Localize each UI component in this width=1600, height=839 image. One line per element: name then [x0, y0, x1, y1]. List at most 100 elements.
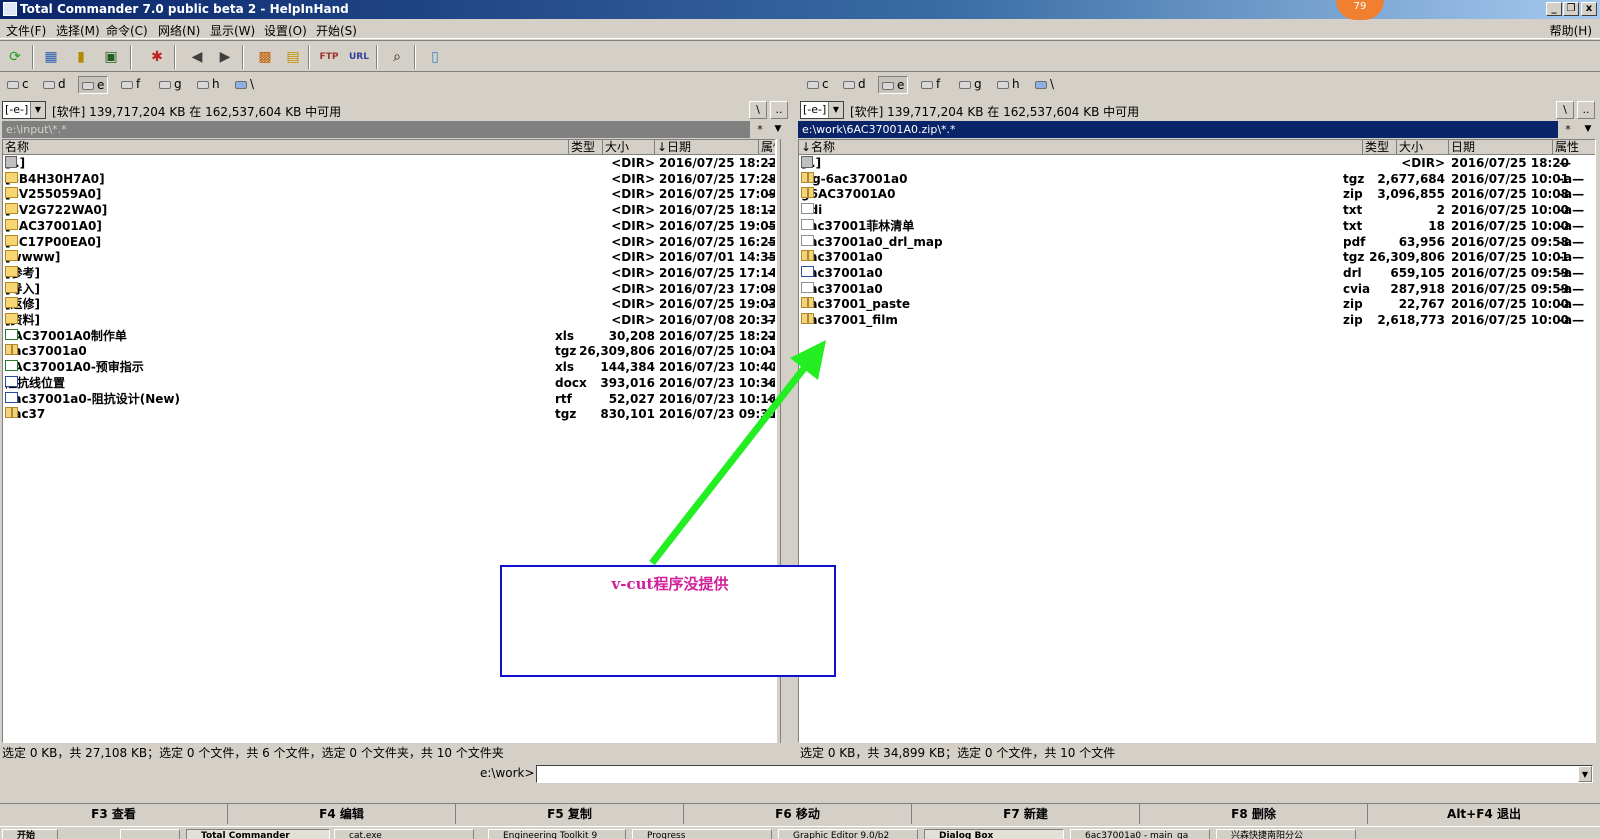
file-row[interactable]: 6ac37001a0 cvia 287,918 2016/07/25 09:59 -a—	[799, 281, 1595, 298]
file-row[interactable]: wg-6ac37001a0 tgz 2,677,684 2016/07/25 10:0…	[799, 171, 1595, 188]
f8-delete-button[interactable]: F8 删除	[1140, 804, 1368, 824]
task-main[interactable]: 6ac37001a0 - main_ga	[1070, 829, 1210, 839]
unpack-icon[interactable]: ▤	[282, 46, 304, 68]
col-attr[interactable]: 属性	[759, 140, 775, 155]
right-up-button[interactable]: ..	[1577, 101, 1595, 119]
command-history-dropdown[interactable]: ▼	[1578, 766, 1592, 782]
refresh-icon[interactable]: ⟳	[4, 46, 26, 68]
left-up-button[interactable]: ..	[770, 101, 788, 119]
ftp-icon[interactable]: FTP	[318, 46, 340, 68]
task-xingsen[interactable]: 兴森快捷南阳分公	[1216, 829, 1356, 839]
url-icon[interactable]: URL	[348, 46, 370, 68]
brief-view-icon[interactable]: ▦	[40, 46, 62, 68]
drive-e[interactable]: e	[78, 76, 109, 94]
file-row[interactable]: [4V255059A0] <DIR> 2016/07/25 17:09—	[3, 187, 775, 203]
col-date[interactable]: 日期	[1449, 140, 1553, 155]
menu-help[interactable]: 帮助(H)	[1550, 22, 1592, 39]
file-row[interactable]: 6AC37001A0-预审指示 xls 144,384 2016/07/23 10:4…	[3, 360, 775, 376]
file-row[interactable]: [6AC37001A0] <DIR> 2016/07/25 19:05—	[3, 218, 775, 235]
file-row[interactable]: g6AC37001A0 zip 3,096,855 2016/07/25 10:08-…	[799, 187, 1595, 203]
col-size[interactable]: 大小	[1397, 140, 1449, 155]
col-type[interactable]: 类型	[569, 140, 603, 155]
file-row[interactable]: 6ac37001a0 drl 659,105 2016/07/25 09:59 -a—	[799, 265, 1595, 282]
file-row[interactable]: 6ac37tgz830,1012016/07/23 09:35-a—	[3, 407, 775, 423]
menu-file[interactable]: 文件(F)	[6, 22, 46, 39]
file-row[interactable]: 6ac37001_film zip 2,618,773 2016/07/25 10:0…	[799, 313, 1595, 329]
forward-icon[interactable]: ▶	[214, 46, 236, 68]
f3-view-button[interactable]: F3 查看	[0, 804, 228, 824]
restore-button[interactable]: ❐	[1563, 2, 1579, 16]
col-name[interactable]: 名称	[3, 140, 569, 155]
quicklaunch[interactable]	[120, 829, 180, 839]
col-type[interactable]: 类型	[1363, 140, 1397, 155]
file-row[interactable]: [..] <DIR> 2016/07/25 18:20—	[799, 156, 1595, 172]
left-history-star[interactable]: *	[752, 121, 768, 138]
f7-newfolder-button[interactable]: F7 新建	[912, 804, 1140, 824]
pack-icon[interactable]: ▩	[254, 46, 276, 68]
file-row[interactable]: [参考] <DIR> 2016/07/25 17:14—	[3, 265, 775, 282]
file-row[interactable]: 阻抗线位置docx393,0162016/07/23 10:36-a—	[3, 375, 775, 392]
altf4-exit-button[interactable]: Alt+F4 退出	[1368, 804, 1600, 824]
col-size[interactable]: 大小	[603, 140, 655, 155]
drive-h[interactable]: h	[994, 76, 1023, 94]
drive-h[interactable]: h	[194, 76, 223, 94]
task-cat[interactable]: cat.exe	[334, 829, 474, 839]
drive-g[interactable]: g	[956, 76, 985, 94]
menu-start[interactable]: 开始(S)	[316, 22, 357, 39]
left-root-button[interactable]: \	[749, 101, 767, 119]
close-button[interactable]: x	[1581, 2, 1597, 16]
file-row[interactable]: [资料] <DIR> 2016/07/08 20:37—	[3, 313, 775, 329]
f4-edit-button[interactable]: F4 编辑	[228, 804, 456, 824]
drive-e[interactable]: e	[878, 76, 909, 94]
task-progress[interactable]: Progress	[632, 829, 772, 839]
task-engineering-toolkit[interactable]: Engineering Toolkit 9	[488, 829, 626, 839]
file-row[interactable]: 6ac37001a0 tgz 26,309,806 2016/07/25 10:01-…	[3, 344, 775, 360]
minimize-button[interactable]: _	[1546, 2, 1562, 16]
task-graphic-editor[interactable]: Graphic Editor 9.0/b2	[778, 829, 918, 839]
menu-network[interactable]: 网络(N)	[158, 22, 200, 39]
file-row[interactable]: 6AC37001A0制作单 xls 30,208 2016/07/25 18:22-a…	[3, 328, 775, 345]
file-row[interactable]: [4B4H30H7A0] <DIR> 2016/07/25 17:28—	[3, 171, 775, 188]
network-drive[interactable]: \	[232, 76, 257, 94]
drive-f[interactable]: f	[918, 76, 943, 94]
right-root-button[interactable]: \	[1556, 101, 1574, 119]
col-date[interactable]: ↓日期	[655, 140, 759, 155]
file-row[interactable]: [返修] <DIR> 2016/07/25 19:03—	[3, 297, 775, 313]
right-history-dropdown[interactable]: ▼	[1580, 121, 1596, 138]
file-row[interactable]: [..] <DIR> 2016/07/25 18:22—	[3, 156, 775, 172]
start-button[interactable]: 开始	[2, 829, 58, 839]
file-row[interactable]: 6ac37001a0 tgz 26,309,806 2016/07/25 10:01-…	[799, 250, 1595, 266]
drive-d[interactable]: d	[840, 76, 869, 94]
network-drive[interactable]: \	[1032, 76, 1057, 94]
drive-f[interactable]: f	[118, 76, 143, 94]
right-path-bar[interactable]: e:\work\6AC37001A0.zip\*.*	[798, 121, 1558, 138]
file-row[interactable]: [4V2G722WA0] <DIR> 2016/07/25 18:12—	[3, 203, 775, 219]
left-history-dropdown[interactable]: ▼	[770, 121, 786, 138]
drive-c[interactable]: c	[804, 76, 832, 94]
back-icon[interactable]: ◀	[186, 46, 208, 68]
tree-icon[interactable]: ▮	[70, 46, 92, 68]
thumbnail-icon[interactable]: ▣	[100, 46, 122, 68]
drive-d[interactable]: d	[40, 76, 69, 94]
task-total-commander[interactable]: Total Commander	[186, 829, 330, 839]
command-input[interactable]	[536, 765, 1593, 783]
f5-copy-button[interactable]: F5 复制	[456, 804, 684, 824]
invert-icon[interactable]: ✱	[146, 46, 168, 68]
left-path-bar[interactable]: e:\input\*.*	[2, 121, 750, 138]
drive-g[interactable]: g	[156, 76, 185, 94]
col-name[interactable]: ↓名称	[799, 140, 1363, 155]
file-row[interactable]: 6ac37001a0-阻抗设计(New) rtf 52,027 2016/07/23 …	[3, 391, 775, 408]
find-icon[interactable]: ⌕	[386, 46, 408, 68]
notepad-icon[interactable]: ▯	[424, 46, 446, 68]
file-row[interactable]: [wwww] <DIR> 2016/07/01 14:35—	[3, 250, 775, 266]
menu-settings[interactable]: 设置(O)	[264, 22, 307, 39]
menu-command[interactable]: 命令(C)	[106, 22, 148, 39]
drive-c[interactable]: c	[4, 76, 32, 94]
file-row[interactable]: ddi txt 2 2016/07/25 10:00-a—	[799, 203, 1595, 219]
file-row[interactable]: 6ac37001a0_drl_map pdf 63,956 2016/07/25 09…	[799, 234, 1595, 251]
right-history-star[interactable]: *	[1560, 121, 1576, 138]
task-dialog-box[interactable]: Dialog Box	[924, 829, 1064, 839]
right-file-panel[interactable]: ↓名称 类型 大小 日期 属性 [..] <DIR> 2016/07/25 18:2…	[798, 139, 1596, 743]
file-row[interactable]: [6C17P00EA0] <DIR> 2016/07/25 16:25—	[3, 234, 775, 251]
menu-select[interactable]: 选择(M)	[56, 22, 100, 39]
